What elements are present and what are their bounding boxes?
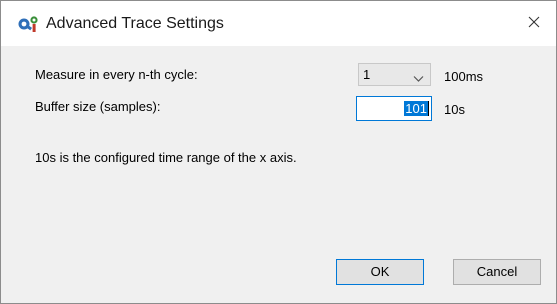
ok-button[interactable]: OK [336,259,424,285]
close-button[interactable] [512,1,556,46]
close-icon [528,16,540,31]
buffer-size-value: 101 [404,101,428,116]
title-bar: Advanced Trace Settings [1,1,556,46]
measure-cycle-value: 1 [363,67,371,82]
window-title: Advanced Trace Settings [46,15,224,32]
buffer-size-unit: 10s [444,102,465,117]
measure-cycle-unit: 100ms [444,69,484,84]
buffer-size-label: Buffer size (samples): [35,99,161,114]
trace-settings-icon [18,15,40,33]
time-range-info-text: 10s is the configured time range of the … [35,150,297,165]
measure-cycle-dropdown[interactable]: 1 [358,63,431,86]
text-caret [428,101,429,116]
chevron-down-icon [413,71,424,82]
buffer-size-input[interactable]: 101 [356,96,432,121]
advanced-trace-settings-dialog: Advanced Trace Settings Measure in every… [0,0,557,304]
cancel-button[interactable]: Cancel [453,259,541,285]
measure-cycle-label: Measure in every n-th cycle: [35,67,198,82]
